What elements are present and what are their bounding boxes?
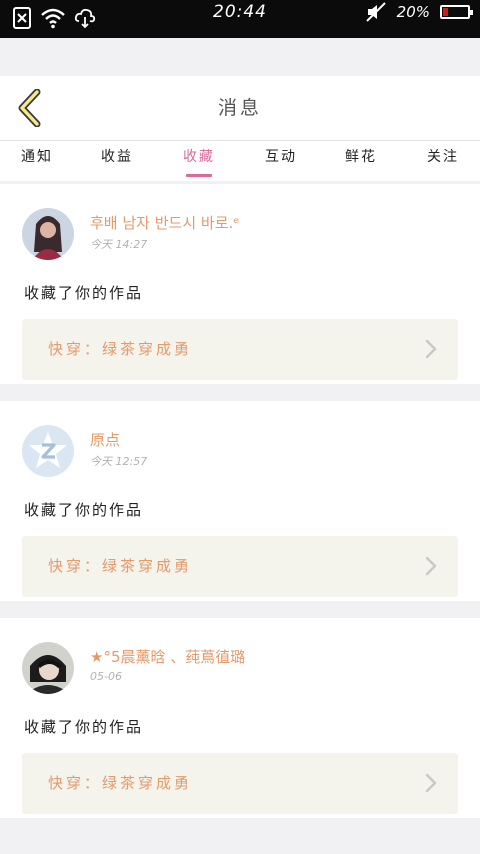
chevron-right-icon — [425, 339, 437, 359]
tab-label: 收益 — [101, 149, 133, 165]
mute-icon — [365, 2, 386, 22]
battery-icon — [440, 5, 473, 19]
work-link[interactable]: 快穿：绿茶穿成勇 — [22, 536, 458, 597]
tab-label: 互动 — [265, 149, 297, 165]
user-photo-avatar — [22, 642, 74, 694]
status-bar: 20:44 20% — [0, 0, 480, 38]
avatar[interactable] — [22, 208, 74, 260]
username[interactable]: ★°5晨薰晗 、莼蔦徝璐 — [90, 646, 245, 667]
work-title: 快穿：绿茶穿成勇 — [48, 340, 193, 358]
battery-percent: 20% — [396, 3, 430, 21]
tab-following[interactable]: 关注 — [420, 141, 466, 181]
work-title: 快穿：绿茶穿成勇 — [48, 557, 193, 575]
default-z-avatar — [22, 425, 74, 477]
avatar[interactable] — [22, 642, 74, 694]
tab-flowers[interactable]: 鲜花 — [338, 141, 384, 181]
tab-label: 鲜花 — [345, 149, 377, 165]
timestamp: 今天 14:27 — [90, 238, 148, 251]
work-title: 快穿：绿茶穿成勇 — [48, 774, 193, 792]
tab-favorites[interactable]: 收藏 — [176, 141, 222, 181]
action-text: 收藏了你的作品 — [24, 718, 144, 736]
chevron-right-icon — [425, 773, 437, 793]
tab-interactions[interactable]: 互动 — [258, 141, 304, 181]
avatar[interactable] — [22, 425, 74, 477]
work-link[interactable]: 快穿：绿茶穿成勇 — [22, 753, 458, 814]
notification-card: ★°5晨薰晗 、莼蔦徝璐 05-06 收藏了你的作品 快穿：绿茶穿成勇 — [0, 618, 480, 818]
nav-header: 消息 — [0, 76, 480, 141]
action-text: 收藏了你的作品 — [24, 284, 144, 302]
username[interactable]: 후배 남자 반드시 바로.ᵉ — [90, 212, 240, 233]
tab-notifications[interactable]: 通知 — [14, 141, 60, 181]
timestamp: 05-06 — [90, 670, 122, 683]
notification-card: 原点 今天 12:57 收藏了你的作品 快穿：绿茶穿成勇 — [0, 401, 480, 601]
active-tab-indicator — [186, 174, 212, 177]
user-photo-avatar — [22, 208, 74, 260]
tab-label: 收藏 — [183, 149, 215, 165]
battery-level-fill — [443, 8, 449, 16]
tab-label: 关注 — [427, 149, 459, 165]
tab-label: 通知 — [21, 149, 53, 165]
work-link[interactable]: 快穿：绿茶穿成勇 — [22, 319, 458, 380]
notification-card: 후배 남자 반드시 바로.ᵉ 今天 14:27 收藏了你的作品 快穿：绿茶穿成勇 — [0, 184, 480, 384]
chevron-right-icon — [425, 556, 437, 576]
status-icons-right: 20% — [365, 0, 473, 24]
action-text: 收藏了你的作品 — [24, 501, 144, 519]
tab-bar: 通知 收益 收藏 互动 鲜花 关注 — [0, 141, 480, 181]
page-title: 消息 — [217, 97, 262, 119]
tab-earnings[interactable]: 收益 — [94, 141, 140, 181]
username[interactable]: 原点 — [90, 429, 120, 450]
timestamp: 今天 12:57 — [90, 455, 148, 468]
